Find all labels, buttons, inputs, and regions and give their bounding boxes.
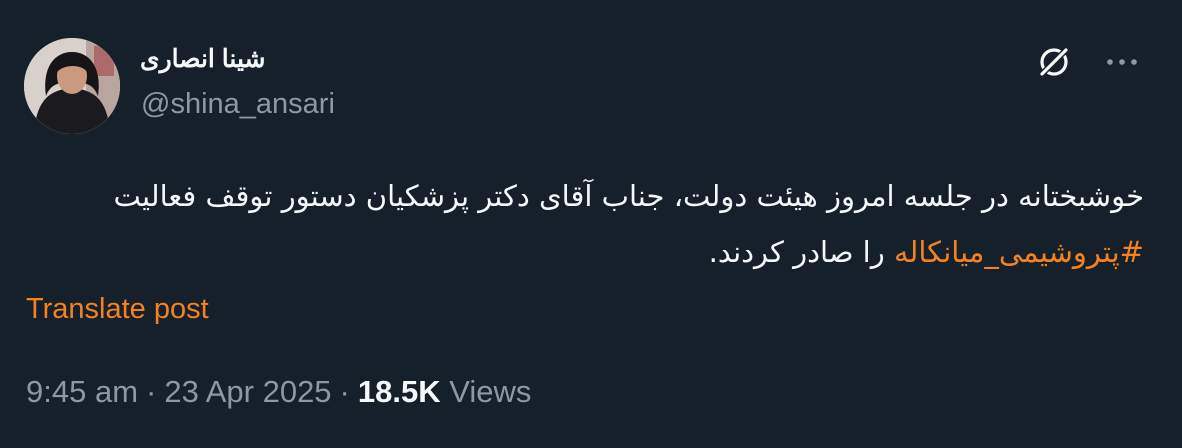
meta-separator-2: · bbox=[339, 374, 350, 409]
post-line-2-text: را صادر کردند. bbox=[708, 235, 894, 269]
post-text: خوشبختانه در جلسه امروز هیئت دولت، جناب … bbox=[34, 168, 1144, 280]
avatar[interactable] bbox=[24, 38, 120, 134]
profile-photo bbox=[24, 38, 120, 134]
post-metadata: 9:45 am · 23 Apr 2025 · 18.5K Views bbox=[26, 374, 531, 410]
hashtag-link[interactable]: #پتروشیمی_میانکاله bbox=[894, 235, 1144, 269]
meta-separator: · bbox=[146, 374, 157, 409]
views-label: Views bbox=[449, 374, 532, 409]
post-time[interactable]: 9:45 am bbox=[26, 374, 138, 409]
post-line-1: خوشبختانه در جلسه امروز هیئت دولت، جناب … bbox=[113, 179, 1144, 213]
grok-icon[interactable] bbox=[1036, 44, 1072, 80]
author-display-name[interactable]: شینا انصاری bbox=[140, 44, 265, 74]
translate-post-link[interactable]: Translate post bbox=[26, 293, 209, 326]
post-line-2: #پتروشیمی_میانکاله را صادر کردند. bbox=[34, 224, 1144, 280]
tweet-card: شینا انصاری @shina_ansari خوشبختانه در ج… bbox=[0, 0, 1182, 448]
more-options-icon[interactable] bbox=[1102, 48, 1142, 76]
author-handle[interactable]: @shina_ansari bbox=[141, 88, 335, 121]
views-count: 18.5K bbox=[357, 374, 441, 409]
post-date[interactable]: 23 Apr 2025 bbox=[164, 374, 331, 409]
